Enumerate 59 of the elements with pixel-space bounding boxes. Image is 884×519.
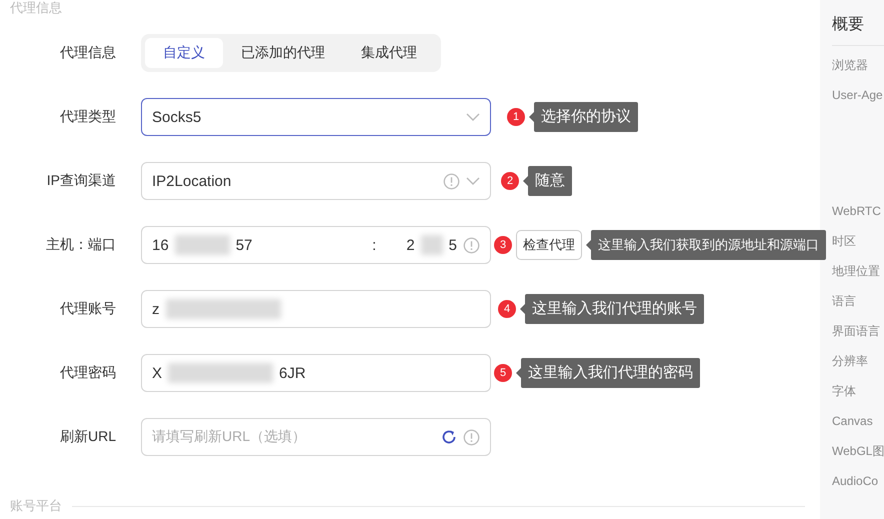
info-icon (443, 172, 460, 190)
field-value: X (152, 364, 162, 382)
segment-tab[interactable]: 已添加的代理 (223, 38, 343, 68)
segment-tab[interactable]: 自定义 (145, 38, 223, 68)
text-field[interactable]: z (141, 290, 491, 328)
summary-item[interactable]: 分辨率 (832, 352, 868, 370)
callout-text: 这里输入我们代理的账号 (525, 294, 704, 324)
panel-title: 概要 (832, 14, 884, 46)
summary-item[interactable]: AudioCo (832, 472, 878, 490)
field-label: 代理类型 (59, 108, 117, 126)
callout-text: 选择你的协议 (534, 102, 638, 132)
step-number-badge: 3 (494, 236, 512, 254)
summary-item[interactable]: 浏览器 (832, 56, 868, 74)
field-label: 代理密码 (59, 364, 117, 382)
field-value: 6JR (279, 364, 306, 382)
separator: : (372, 236, 376, 254)
callout-text: 这里输入我们获取到的源地址和源端口 (591, 230, 826, 260)
field-label: 代理信息 (59, 44, 117, 62)
step-number-badge: 1 (507, 108, 525, 126)
field-label: 代理账号 (59, 300, 117, 318)
refresh-icon[interactable] (441, 429, 457, 445)
field-value: 2 (406, 236, 415, 254)
field-label: 刷新URL (58, 428, 117, 446)
field-value: 5 (448, 236, 457, 254)
summary-item[interactable]: 界面语言 (832, 322, 880, 340)
section-title: 账号平台 (10, 497, 62, 515)
host-port-field[interactable]: 16 57 : 2 5 (141, 226, 491, 264)
info-icon (463, 428, 480, 446)
chevron-down-icon (466, 113, 480, 121)
summary-item[interactable]: WebGL图 (832, 442, 884, 460)
section-title: 代理信息 (10, 1, 63, 15)
chevron-down-icon (466, 177, 480, 185)
check-proxy-button[interactable]: 检查代理 (516, 230, 582, 260)
step-number-badge: 4 (498, 300, 516, 318)
field-label: 主机：端口 (45, 236, 117, 254)
placeholder-text: 请填写刷新URL（选填） (152, 428, 306, 446)
info-icon (463, 236, 480, 254)
field-value: 57 (236, 236, 252, 254)
redacted-block (420, 235, 443, 255)
summary-item[interactable]: User-Age (832, 86, 883, 104)
segment-tab[interactable]: 集成代理 (343, 38, 435, 68)
summary-item[interactable]: 地理位置 (832, 262, 880, 280)
callout-text: 随意 (528, 166, 572, 196)
summary-item[interactable]: WebRTC (832, 202, 881, 220)
step-number-badge: 2 (501, 172, 519, 190)
select-field[interactable]: Socks5 (141, 98, 491, 136)
field-value: 16 (152, 236, 169, 254)
summary-item[interactable]: 语言 (832, 292, 856, 310)
summary-item[interactable]: 时区 (832, 232, 856, 250)
redacted-block (174, 235, 230, 255)
text-field[interactable]: X 6JR (141, 354, 491, 392)
select-field[interactable]: IP2Location (141, 162, 491, 200)
url-field[interactable]: 请填写刷新URL（选填） (141, 418, 491, 456)
summary-item[interactable]: 字体 (832, 382, 856, 400)
callout-text: 这里输入我们代理的密码 (521, 358, 700, 388)
step-number-badge: 5 (494, 364, 512, 382)
summary-item[interactable]: Canvas (832, 412, 873, 430)
field-label: IP查询渠道 (46, 172, 117, 190)
field-value: z (152, 300, 160, 318)
